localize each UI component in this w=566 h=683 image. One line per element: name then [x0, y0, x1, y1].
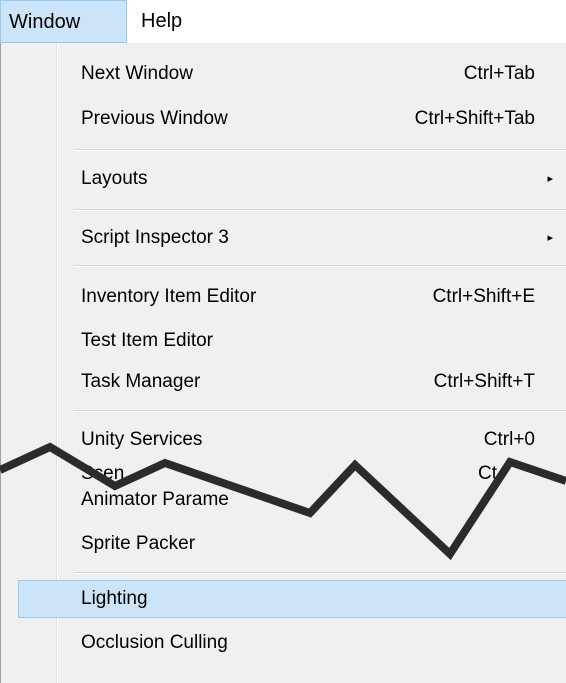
torn-edge-mark [0, 442, 566, 561]
